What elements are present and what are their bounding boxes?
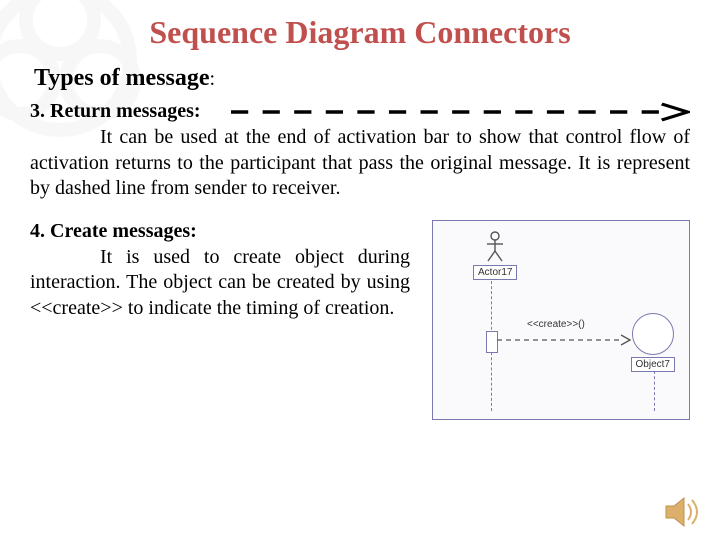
object-symbol: Object7 (631, 313, 675, 372)
section-4-body: It is used to create object during inter… (30, 245, 410, 322)
section-4-row: 4. Create messages: It is used to create… (30, 220, 690, 420)
section-4-text-column: 4. Create messages: It is used to create… (30, 220, 410, 322)
actor-symbol: Actor17 (473, 231, 517, 280)
section-3-heading: 3. Return messages: (30, 100, 201, 123)
slide-subtitle: Types of message: (34, 65, 690, 92)
subtitle-text: Types of message (34, 65, 210, 91)
section-3-body-text: It can be used at the end of activation … (30, 126, 690, 199)
section-4-body-text: It is used to create object during inter… (30, 246, 410, 319)
create-message-figure: Actor17 <<create>>() Object7 (432, 220, 690, 420)
speaker-icon (664, 496, 704, 528)
object-label: Object7 (631, 357, 675, 372)
actor-label: Actor17 (473, 265, 517, 280)
section-3-body: It can be used at the end of activation … (30, 125, 690, 202)
object-circle-icon (632, 313, 674, 355)
create-message-arrow-icon (497, 333, 631, 347)
section-3-heading-row: 3. Return messages: (30, 100, 690, 123)
return-message-arrow-icon (231, 102, 690, 122)
stick-figure-icon (485, 231, 505, 263)
slide: Sequence Diagram Connectors Types of mes… (0, 0, 720, 540)
create-message-label: <<create>>() (527, 319, 585, 330)
slide-title: Sequence Diagram Connectors (30, 14, 690, 51)
section-4-heading: 4. Create messages: (30, 220, 410, 243)
object-lifeline (654, 371, 655, 411)
